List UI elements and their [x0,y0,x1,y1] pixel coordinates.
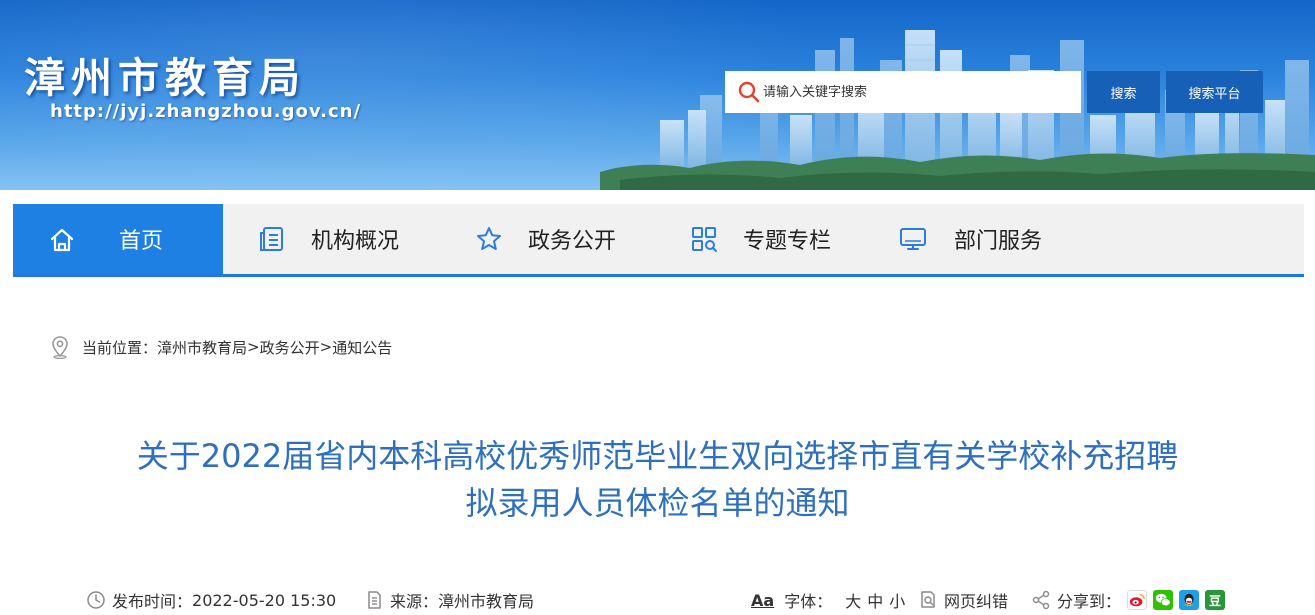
article-title: 关于2022届省内本科高校优秀师范毕业生双向选择市直有关学校补充招聘 拟录用人员… [60,433,1255,527]
correction-icon [921,591,935,608]
article-title-line-2: 拟录用人员体检名单的通知 [465,484,850,522]
clock-icon [87,591,105,609]
article-meta: 发布时间： 2022-05-20 15:30 来源： 漳州市教育局 Aa 字体：… [0,586,1315,614]
header-banner: 漳州市教育局 http://jyj.zhangzhou.gov.cn/ 搜索 搜… [0,0,1315,190]
font-size-label: 字体： [784,592,833,611]
site-title: 漳州市教育局 [24,54,306,102]
source-label: 来源： [390,592,439,611]
site-url: http://jyj.zhangzhou.gov.cn/ [50,101,362,122]
share-label: 分享到： [1057,592,1122,611]
nav-item-government-affairs[interactable]: 政务公开 [475,204,616,274]
breadcrumb-separator: > [319,338,333,356]
nav-item-home[interactable]: 首页 [13,204,223,274]
search-button[interactable]: 搜索 [1087,71,1160,113]
publish-time: 发布时间： 2022-05-20 15:30 [86,588,336,612]
search-platform-button[interactable]: 搜索平台 [1166,71,1263,113]
publish-time-label: 发布时间： [112,592,193,611]
breadcrumb-link-affairs[interactable]: 政务公开 [260,337,320,358]
font-size-large-button[interactable]: 大 [845,588,861,612]
location-pin-icon [52,336,68,359]
document-list-icon [260,227,283,251]
nav-item-label: 首页 [119,229,164,254]
breadcrumb-separator: > [247,338,260,356]
font-size-small-button[interactable]: 小 [889,588,905,612]
main-nav: 首页 机构概况 政务公开 专题专栏 部门服务 [13,204,1304,277]
wechat-icon[interactable] [1153,590,1174,610]
nav-item-label: 政务公开 [528,229,617,254]
breadcrumb: 当前位置： 漳州市教育局 > 政务公开 > 通知公告 [50,334,392,360]
article-title-line-1: 关于2022届省内本科高校优秀师范毕业生双向选择市直有关学校补充招聘 [136,437,1179,475]
publish-time-value: 2022-05-20 15:30 [192,590,337,610]
share-bar: 分享到： 豆 [1031,588,1226,612]
error-correction-link[interactable]: 网页纠错 [918,588,1008,612]
correction-label: 网页纠错 [944,592,1009,611]
weibo-icon[interactable] [1127,590,1148,610]
qq-icon[interactable] [1179,590,1200,610]
nav-item-label: 专题专栏 [743,229,832,254]
document-icon [368,591,381,609]
search-input[interactable] [763,84,1063,100]
nav-item-label: 部门服务 [954,229,1043,254]
source-value: 漳州市教育局 [438,592,535,611]
monitor-icon [900,228,926,250]
search-box [725,71,1081,113]
nav-item-label: 机构概况 [311,229,400,254]
nav-item-topics[interactable]: 专题专栏 [690,204,831,274]
nav-item-organization[interactable]: 机构概况 [258,204,399,274]
search-icon [738,81,760,103]
breadcrumb-link-notices[interactable]: 通知公告 [332,337,392,358]
font-size-control: Aa 字体： 大 中 小 [751,588,908,612]
douban-icon[interactable]: 豆 [1205,590,1226,610]
home-icon [50,228,74,252]
star-icon [477,227,501,250]
breadcrumb-prefix: 当前位置： [82,338,158,357]
breadcrumb-link-home[interactable]: 漳州市教育局 [157,337,247,358]
article-source: 来源： 漳州市教育局 [364,588,534,612]
font-size-medium-button[interactable]: 中 [867,588,883,612]
share-icon [1032,590,1050,610]
font-size-icon: Aa [751,590,775,610]
grid-icon [692,227,717,252]
nav-item-services[interactable]: 部门服务 [897,204,1042,274]
